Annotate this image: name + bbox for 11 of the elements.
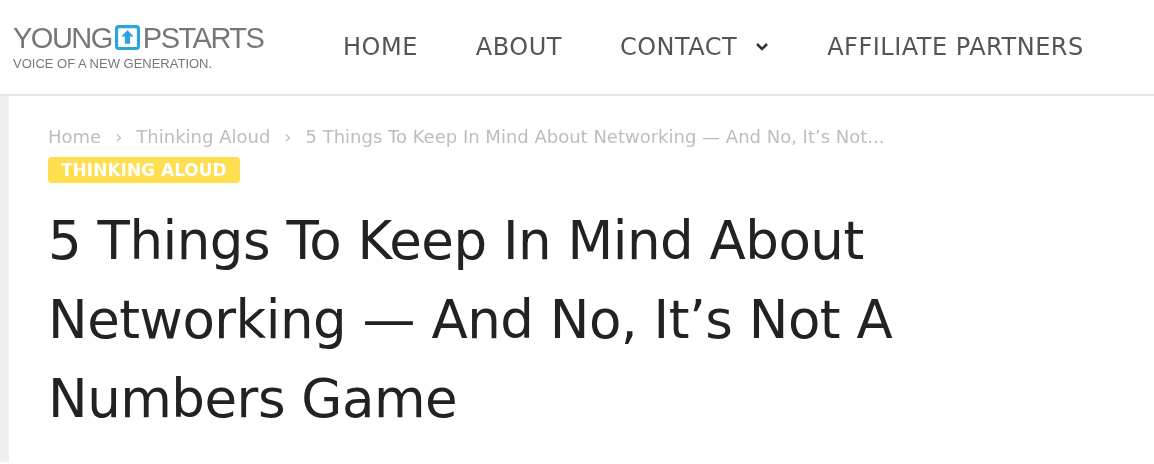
article-title: 5 Things To Keep In Mind About Networking — And No, It’s Not A Numbers Game	[48, 209, 894, 431]
logo-text: PSTARTS	[142, 21, 264, 54]
nav-link[interactable]: AFFILIATE PARTNERS	[827, 33, 1084, 61]
breadcrumb-separator: ›	[115, 126, 123, 147]
breadcrumb-separator: ›	[284, 126, 292, 147]
nav-link[interactable]: ABOUT	[475, 33, 562, 61]
logo-text: YOUNG	[13, 21, 112, 54]
nav-link[interactable]: HOME	[343, 33, 418, 61]
logo-tagline: VOICE OF A NEW GENERATION.	[13, 55, 214, 71]
nav-link[interactable]: CONTACT	[619, 33, 770, 61]
chevron-down-icon	[755, 42, 770, 52]
